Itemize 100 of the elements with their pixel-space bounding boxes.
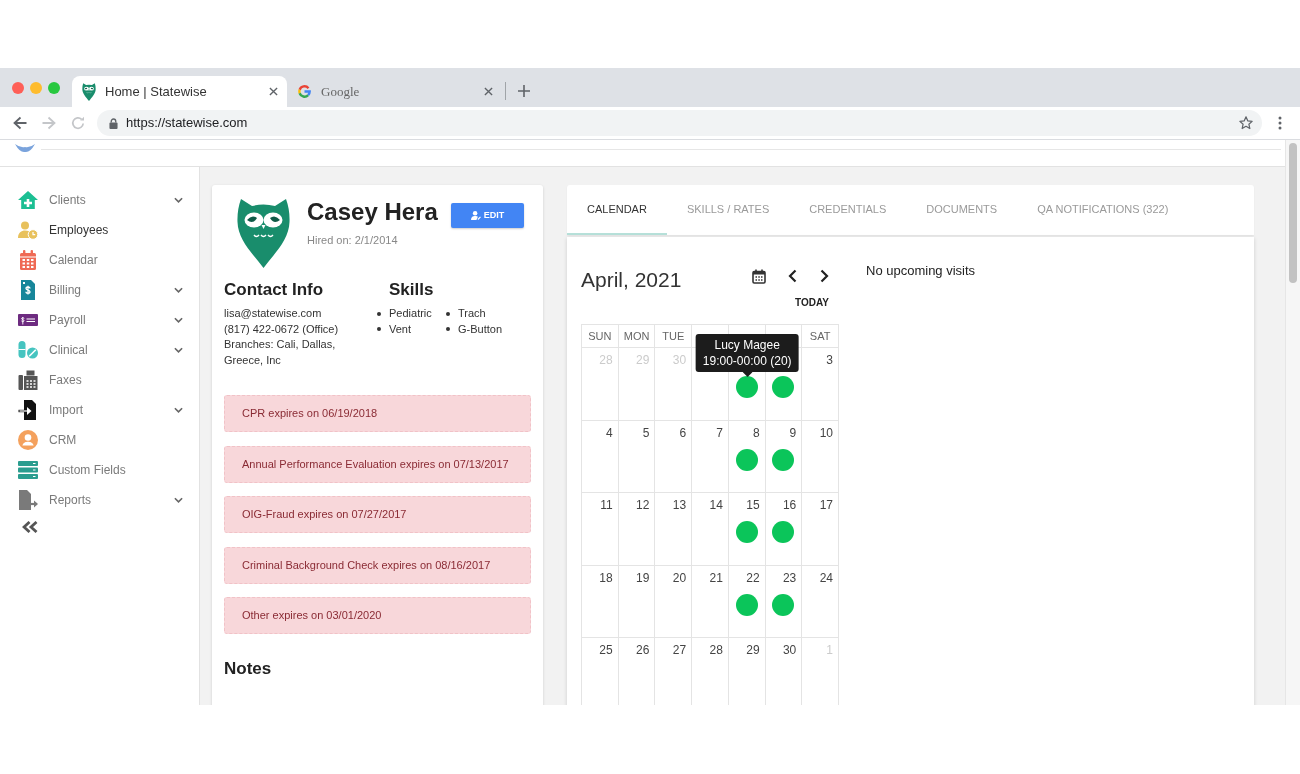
star-icon[interactable] [1239,116,1253,130]
day-number: 22 [746,570,760,585]
day-cell[interactable]: 24 [802,565,839,638]
day-number: 30 [782,643,797,657]
reload-icon[interactable] [71,116,85,130]
day-cell[interactable]: 15 [728,493,766,566]
pills-icon [18,340,38,360]
day-cell[interactable]: 28 [692,638,729,705]
day-number: 8 [752,425,760,440]
day-cell[interactable]: 12 [618,493,656,566]
dollar-card-icon [18,314,38,326]
weekday-header: TUE [655,325,693,348]
day-number: 17 [819,498,833,512]
section-heading: Notes [223,659,273,679]
day-cell[interactable]: 8 [728,420,766,493]
day-cell[interactable]: 26 [618,638,656,705]
calendar-icon[interactable] [752,268,766,284]
day-number: 14 [709,498,723,512]
day-number: 7 [716,425,723,440]
plus-icon[interactable] [518,85,530,97]
forward-arrow-icon[interactable] [42,116,56,130]
bullet-icon [446,327,450,332]
no-visits-message: No upcoming visits [866,262,976,280]
weekday-header: SUN [582,325,619,348]
skill-item: Trach [458,306,486,321]
contact-detail: Branches: Cali, Dallas, Greece, Inc [224,337,337,368]
section-heading: Contact Info [224,280,325,300]
sidebar-item[interactable]: Clinical [0,335,199,365]
day-cell[interactable]: 10 [802,420,839,493]
day-cell[interactable]: 20 [655,565,693,638]
sidebar-item[interactable]: Calendar [0,245,199,275]
day-cell[interactable]: 6 [655,420,693,493]
day-cell[interactable]: 16 [765,493,803,566]
window-close-icon[interactable] [12,82,24,94]
document-arrow-icon [18,400,38,420]
collapse-icon[interactable] [22,521,38,533]
day-cell[interactable]: 22 [728,565,766,638]
day-number: 12 [636,498,650,512]
day-cell[interactable]: 3 [802,348,839,421]
day-cell[interactable]: 9 [765,420,803,493]
window-minimize-icon[interactable] [30,82,42,94]
sidebar-item[interactable]: Reports [0,485,199,515]
sidebar-item[interactable]: Payroll [0,305,199,335]
day-number: 11 [600,498,613,512]
tab[interactable]: CALENDAR [567,185,667,235]
address-bar[interactable]: https://statewise.com [97,110,1262,136]
close-icon[interactable] [269,87,278,96]
edit-button[interactable]: EDIT [451,203,524,228]
browser-tab[interactable]: Home | Statewise [72,76,287,107]
skill-item: Pediatric [389,306,432,321]
day-cell[interactable]: 21 [692,565,729,638]
today-button[interactable]: TODAY [795,297,829,309]
back-arrow-icon[interactable] [13,116,27,130]
day-cell[interactable]: 11 [582,493,619,566]
month-title: April, 2021 [581,268,682,292]
weekday-header: SAT [802,325,839,348]
menu-icon[interactable] [1278,116,1282,130]
sidebar-item[interactable]: Clients [0,185,199,215]
close-icon[interactable] [484,87,493,96]
expiry-alert: Criminal Background Check expires on 08/16/2017 [224,546,531,584]
day-number: 5 [642,425,650,440]
window-zoom-icon[interactable] [48,82,60,94]
owl-icon [82,82,96,101]
day-cell[interactable]: 14 [692,493,729,566]
day-number: 20 [672,570,687,585]
expiry-alert: OIG-Fraud expires on 07/27/2017 [224,496,531,533]
day-cell[interactable]: 7 [692,420,729,493]
sidebar-item[interactable]: CRM [0,425,199,455]
day-cell[interactable]: 13 [655,493,693,566]
chevron-left-icon[interactable] [788,269,797,283]
logo-icon [15,144,35,153]
day-number: 13 [672,498,687,512]
day-cell[interactable]: 4 [582,420,619,493]
day-cell[interactable]: 19 [618,565,656,638]
day-number: 9 [789,425,797,440]
sidebar-item[interactable]: Employees [0,215,199,245]
skill-item: G-Button [458,321,503,337]
sidebar-item[interactable]: Billing [0,275,199,305]
browser-tab[interactable]: Google [287,76,502,107]
day-cell[interactable]: 29 [728,638,766,705]
day-cell[interactable]: 25 [582,638,619,705]
user-circle-icon [18,430,38,450]
day-number: 23 [782,570,797,585]
document-arrow-icon [18,490,38,510]
day-number: 3 [826,353,833,367]
day-cell[interactable]: 5 [618,420,656,493]
day-cell[interactable]: 18 [582,565,619,638]
person-clock-icon [18,220,38,240]
scrollbar[interactable] [1285,140,1300,705]
chevron-right-icon[interactable] [820,269,829,283]
day-cell[interactable]: 30 [765,638,803,705]
day-cell[interactable]: 17 [802,493,839,566]
sidebar-item[interactable]: Custom Fields [0,455,199,485]
fax-icon [18,370,38,390]
day-cell[interactable]: 23 [765,565,803,638]
sidebar-item[interactable]: Import [0,395,199,425]
sidebar-item[interactable]: Faxes [0,365,199,395]
day-cell[interactable]: 27 [655,638,693,705]
employee-name: Casey Hera [307,198,439,226]
scrollbar-thumb[interactable] [1289,143,1297,283]
